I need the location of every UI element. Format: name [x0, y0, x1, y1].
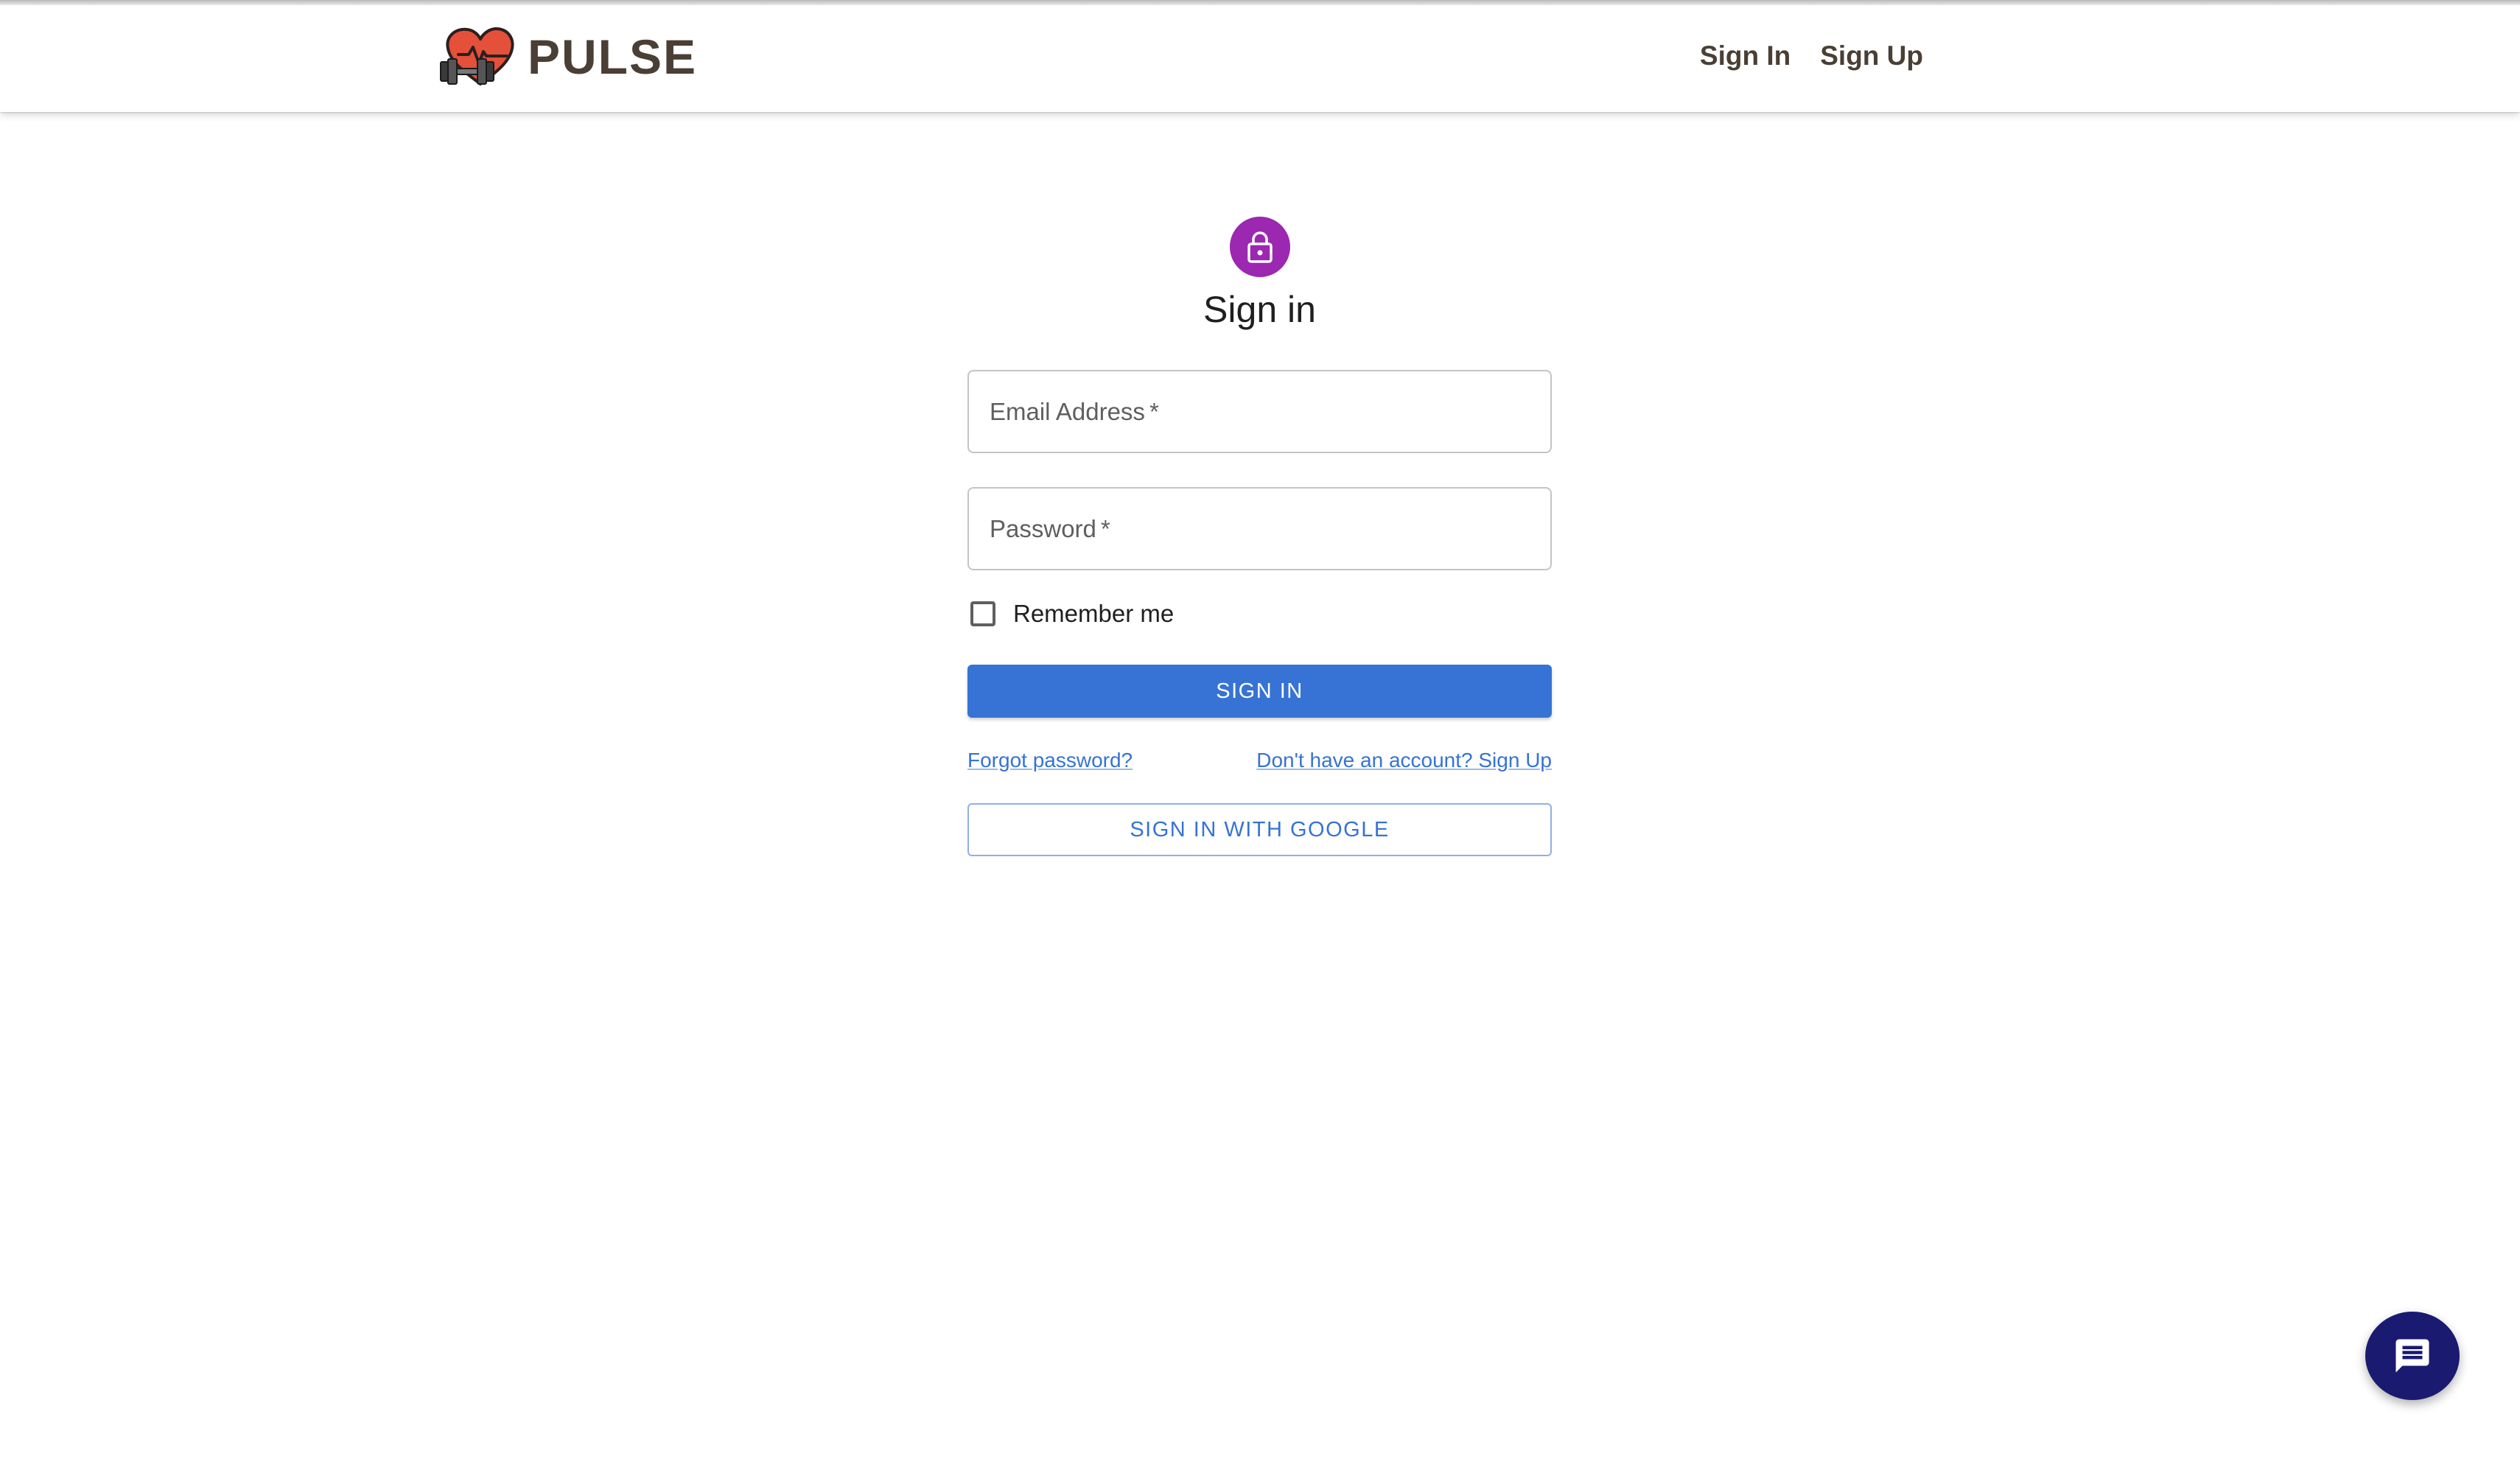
nav-sign-up-link[interactable]: Sign Up: [1820, 35, 1923, 77]
heart-dumbbell-icon: [440, 27, 514, 85]
email-field[interactable]: Email Address *: [967, 370, 1552, 453]
forgot-password-link[interactable]: Forgot password?: [967, 749, 1133, 772]
sign-in-page: PULSE Sign In Sign Up Sign in Email Addr…: [0, 0, 2520, 1459]
email-input[interactable]: [969, 371, 1550, 452]
brand-name: PULSE: [528, 29, 698, 84]
lock-avatar: [1229, 217, 1290, 277]
page-title: Sign in: [1203, 289, 1316, 330]
top-nav: Sign In Sign Up: [1670, 35, 1923, 77]
sign-in-with-google-button[interactable]: SIGN IN WITH GOOGLE: [967, 803, 1552, 856]
brand-logo[interactable]: PULSE: [439, 27, 697, 87]
remember-me-control[interactable]: Remember me: [967, 597, 1552, 631]
sign-in-form: Sign in Email Address * Password * Remembe…: [967, 217, 1552, 856]
chat-button[interactable]: [2365, 1312, 2460, 1400]
remember-me-checkbox[interactable]: [970, 601, 995, 626]
top-edge-line: [0, 0, 2520, 5]
auth-links-row: Forgot password? Don't have an account? …: [967, 746, 1552, 775]
remember-me-label: Remember me: [1013, 600, 1175, 627]
sign-in-button[interactable]: SIGN IN: [967, 665, 1552, 718]
password-input[interactable]: [969, 489, 1550, 569]
lock-icon: [1247, 231, 1273, 263]
top-app-bar: PULSE Sign In Sign Up: [0, 0, 2520, 112]
nav-sign-in-link[interactable]: Sign In: [1700, 35, 1791, 77]
sign-up-link[interactable]: Don't have an account? Sign Up: [1256, 749, 1552, 772]
chat-icon: [2395, 1339, 2429, 1373]
password-field[interactable]: Password *: [967, 487, 1552, 570]
